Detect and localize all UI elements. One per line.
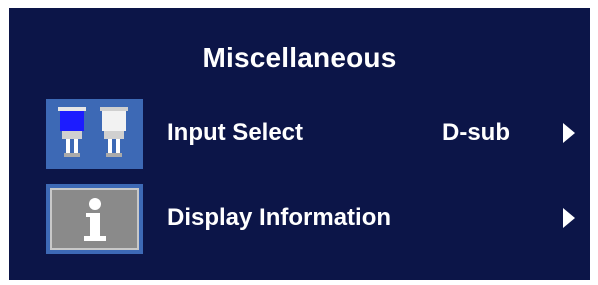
input-select-value: D-sub: [442, 119, 510, 146]
arrow-right-icon: [563, 123, 575, 143]
menu-item-input-select[interactable]: Input Select D-sub: [9, 99, 590, 169]
display-information-label: Display Information: [167, 204, 392, 231]
menu-item-display-information[interactable]: Display Information: [9, 184, 590, 254]
input-select-label: Input Select: [167, 119, 304, 146]
arrow-right-icon: [563, 208, 575, 228]
menu-title: Miscellaneous: [202, 42, 397, 73]
osd-menu-panel: Miscellaneous Input Select D-sub Display…: [9, 8, 590, 280]
input-connectors-icon: [46, 99, 143, 169]
info-icon: [46, 184, 143, 254]
